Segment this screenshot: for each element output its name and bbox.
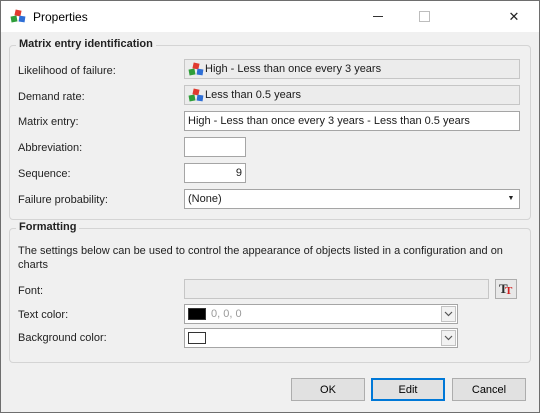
formatting-group: Formatting The settings below can be use… [9, 221, 531, 363]
minimize-icon [373, 16, 383, 17]
text-color-value: 0, 0, 0 [211, 308, 242, 320]
svg-text:T: T [505, 285, 513, 296]
abbreviation-label: Abbreviation: [18, 142, 83, 154]
minimize-button[interactable] [355, 1, 401, 32]
cancel-button[interactable]: Cancel [452, 378, 526, 401]
abbreviation-input[interactable] [184, 137, 246, 157]
colored-cubes-icon [188, 62, 204, 78]
text-color-dropdown[interactable] [441, 306, 456, 322]
background-color-picker[interactable] [184, 328, 458, 348]
background-color-label: Background color: [18, 332, 107, 344]
text-color-label: Text color: [18, 309, 69, 321]
chevron-down-icon [444, 311, 453, 317]
properties-dialog: Properties ✕ Matrix entry identification… [0, 0, 540, 413]
chevron-down-icon[interactable]: ▼ [504, 191, 518, 207]
colored-cubes-icon [188, 88, 204, 104]
maximize-icon [418, 11, 430, 22]
matrix-entry-input[interactable]: High - Less than once every 3 years - Le… [184, 111, 520, 131]
font-color-icon: T T [498, 280, 514, 299]
formatting-description: The settings below can be used to contro… [18, 245, 503, 271]
close-icon: ✕ [508, 8, 520, 24]
demand-rate-value: Less than 0.5 years [205, 89, 302, 101]
text-color-swatch [188, 308, 206, 320]
demand-rate-label: Demand rate: [18, 91, 85, 103]
font-picker-button[interactable]: T T [495, 279, 517, 299]
identification-group-title: Matrix entry identification [16, 38, 156, 50]
colored-cubes-icon [10, 9, 26, 25]
text-color-picker[interactable]: 0, 0, 0 [184, 304, 458, 324]
failure-probability-label: Failure probability: [18, 194, 108, 206]
likelihood-value: High - Less than once every 3 years [205, 63, 382, 75]
formatting-group-title: Formatting [16, 221, 80, 233]
identification-group: Matrix entry identification Likelihood o… [9, 38, 531, 220]
background-color-dropdown[interactable] [441, 330, 456, 346]
likelihood-field: High - Less than once every 3 years [184, 59, 520, 79]
background-color-swatch [188, 332, 206, 344]
title-bar: Properties ✕ [1, 1, 539, 32]
demand-rate-field: Less than 0.5 years [184, 85, 520, 105]
maximize-button [401, 1, 447, 32]
failure-probability-select[interactable]: (None) ▼ [184, 189, 520, 209]
window-title: Properties [33, 10, 88, 24]
sequence-label: Sequence: [18, 168, 71, 180]
edit-button[interactable]: Edit [371, 378, 445, 401]
chevron-down-icon [444, 335, 453, 341]
sequence-input[interactable]: 9 [184, 163, 246, 183]
close-button[interactable]: ✕ [491, 1, 537, 32]
matrix-entry-label: Matrix entry: [18, 116, 79, 128]
ok-button[interactable]: OK [291, 378, 365, 401]
likelihood-label: Likelihood of failure: [18, 65, 116, 77]
font-field [184, 279, 489, 299]
font-label: Font: [18, 285, 44, 297]
failure-probability-value: (None) [188, 193, 222, 205]
